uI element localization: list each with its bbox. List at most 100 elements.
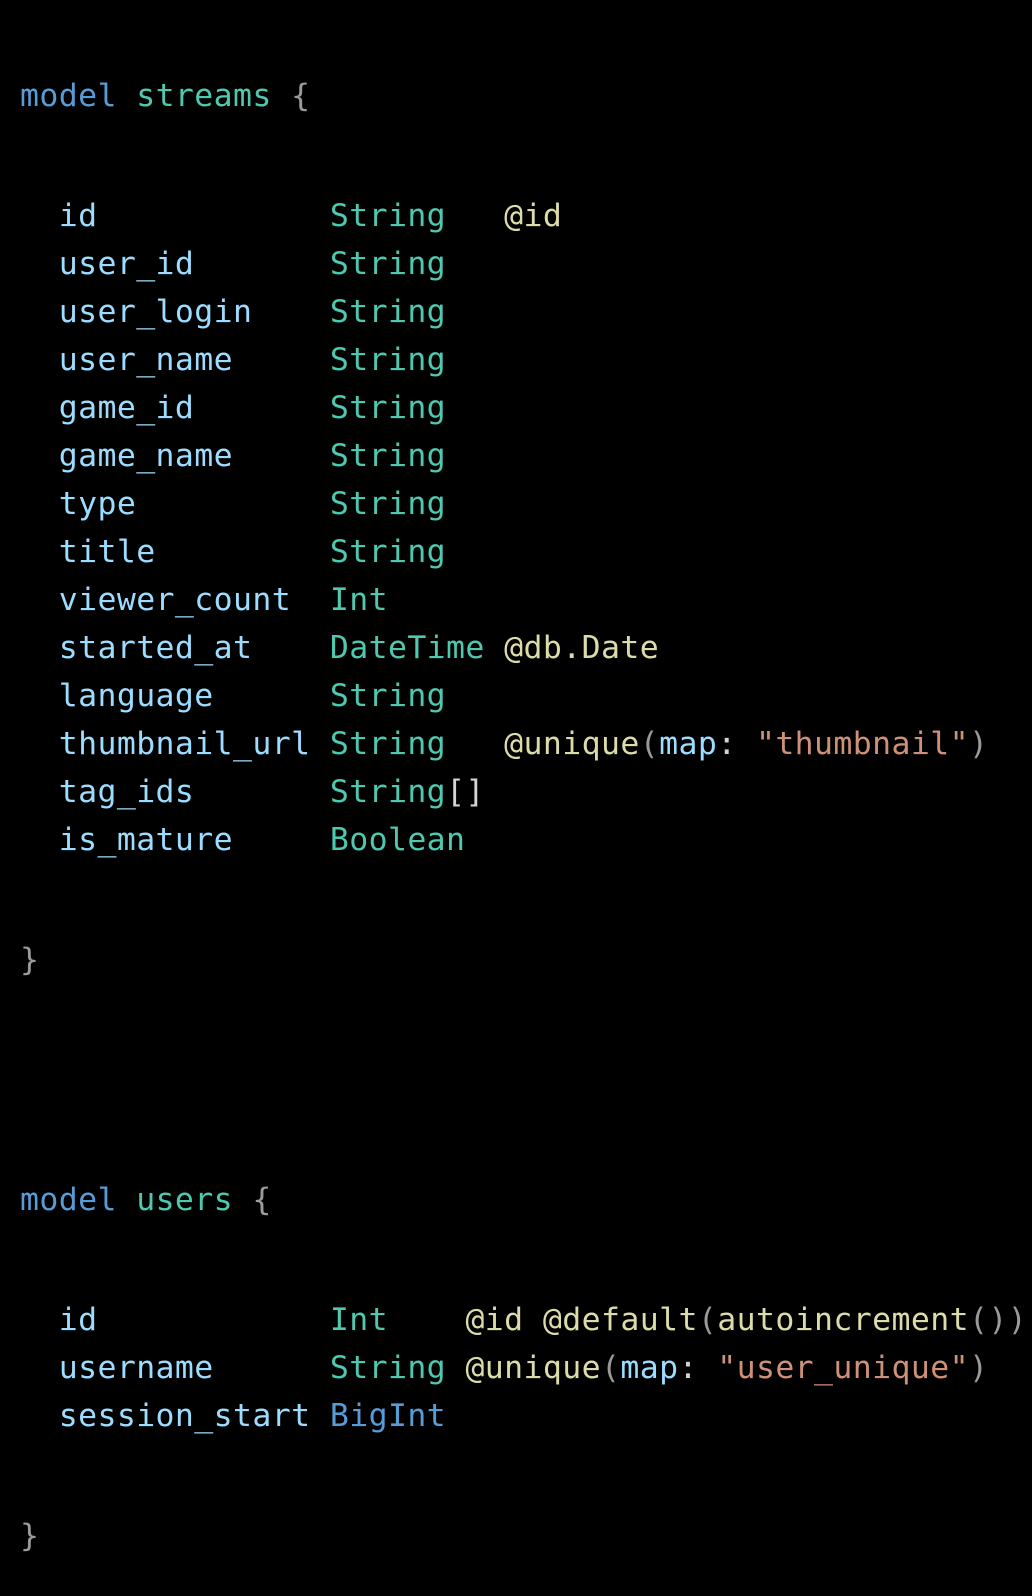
type-padding (446, 726, 504, 762)
field-name: username (58, 1350, 214, 1386)
field-attribute: @id (465, 1302, 524, 1338)
field-padding (97, 198, 329, 234)
argument-colon: : (717, 726, 756, 762)
close-brace: } (20, 1518, 40, 1554)
paren-close: ) (1007, 1302, 1028, 1338)
field-line: id String @id (20, 192, 1027, 240)
field-line: id Int @id @default(autoincrement()) (20, 1296, 1027, 1344)
field-line: thumbnail_url String @unique(map: "thumb… (20, 720, 1027, 768)
field-line: session_start BigInt (20, 1392, 1027, 1440)
field-type: String (329, 534, 447, 570)
field-line: started_at DateTime @db.Date (20, 624, 1027, 672)
field-padding (233, 438, 330, 474)
model-name: streams (136, 78, 272, 114)
close-brace: } (20, 942, 40, 978)
field-attribute: @db.Date (504, 630, 660, 666)
field-padding (233, 342, 330, 378)
field-padding (97, 1302, 329, 1338)
field-padding (194, 390, 330, 426)
field-attribute: @unique (504, 726, 640, 762)
field-type: Int (329, 1302, 388, 1338)
field-type: String (329, 774, 447, 810)
field-padding (136, 486, 330, 522)
type-padding (388, 1302, 465, 1338)
field-padding (310, 1398, 329, 1434)
field-line: language String (20, 672, 1027, 720)
paren-open: ( (639, 726, 660, 762)
field-name: user_id (58, 246, 195, 282)
field-line: user_id String (20, 240, 1027, 288)
argument-value: "thumbnail" (755, 726, 969, 762)
field-padding (214, 1350, 330, 1386)
field-name: user_name (58, 342, 234, 378)
field-name: type (58, 486, 137, 522)
argument-colon: : (678, 1350, 718, 1386)
field-padding (310, 726, 329, 762)
model-keyword: model (20, 78, 117, 114)
field-line: username String @unique(map: "user_uniqu… (20, 1344, 1027, 1392)
field-type: String (329, 294, 447, 330)
streams-fields: id String @id user_id String user_login … (20, 192, 1027, 864)
users-model-header: model users { (20, 1176, 1027, 1224)
type-padding (446, 1350, 465, 1386)
type-suffix: [] (446, 774, 485, 810)
field-padding (252, 294, 329, 330)
field-name: user_login (58, 294, 253, 330)
streams-model-close: } (20, 936, 1027, 984)
field-name: tag_ids (58, 774, 195, 810)
field-padding (252, 630, 329, 666)
field-line: type String (20, 480, 1027, 528)
function-call: () (968, 1302, 1008, 1338)
field-name: session_start (58, 1398, 311, 1434)
field-type: String (329, 246, 447, 282)
argument-key: map (659, 726, 718, 762)
field-line: user_name String (20, 336, 1027, 384)
field-padding (194, 774, 330, 810)
field-padding (291, 582, 330, 618)
field-type: String (329, 390, 447, 426)
field-name: id (58, 198, 98, 234)
field-attribute: @id (504, 198, 563, 234)
field-name: title (58, 534, 156, 570)
paren-close: ) (968, 726, 989, 762)
field-line: user_login String (20, 288, 1027, 336)
field-name: language (58, 678, 214, 714)
field-padding (233, 822, 330, 858)
field-padding (214, 678, 330, 714)
field-type: Int (329, 582, 388, 618)
users-fields: id Int @id @default(autoincrement()) use… (20, 1296, 1027, 1440)
field-name: game_name (58, 438, 234, 474)
field-name: game_id (58, 390, 195, 426)
field-name: id (58, 1302, 98, 1338)
field-padding (194, 246, 330, 282)
function-name: autoincrement (717, 1302, 969, 1338)
type-padding (485, 630, 504, 666)
users-model-close: } (20, 1512, 1027, 1560)
field-attribute: @default (523, 1302, 698, 1338)
model-keyword: model (20, 1182, 117, 1218)
paren-open: ( (697, 1302, 718, 1338)
field-line: tag_ids String[] (20, 768, 1027, 816)
streams-model-header: model streams { (20, 72, 1027, 120)
field-type: String (329, 1350, 447, 1386)
field-attribute: @unique (465, 1350, 601, 1386)
argument-value: "user_unique" (717, 1350, 969, 1386)
field-padding (156, 534, 330, 570)
field-type: Boolean (329, 822, 466, 858)
field-type: String (329, 438, 447, 474)
code-editor: model streams { id String @id user_id St… (20, 0, 1027, 1596)
paren-open: ( (601, 1350, 621, 1386)
field-type: DateTime (329, 630, 485, 666)
open-brace: { (252, 1182, 272, 1218)
field-type: String (329, 726, 447, 762)
field-name: viewer_count (58, 582, 292, 618)
field-type: String (329, 678, 447, 714)
field-line: game_name String (20, 432, 1027, 480)
field-name: thumbnail_url (58, 726, 311, 762)
model-name: users (136, 1182, 234, 1218)
field-line: game_id String (20, 384, 1027, 432)
field-name: started_at (58, 630, 253, 666)
field-line: title String (20, 528, 1027, 576)
paren-close: ) (968, 1350, 989, 1386)
